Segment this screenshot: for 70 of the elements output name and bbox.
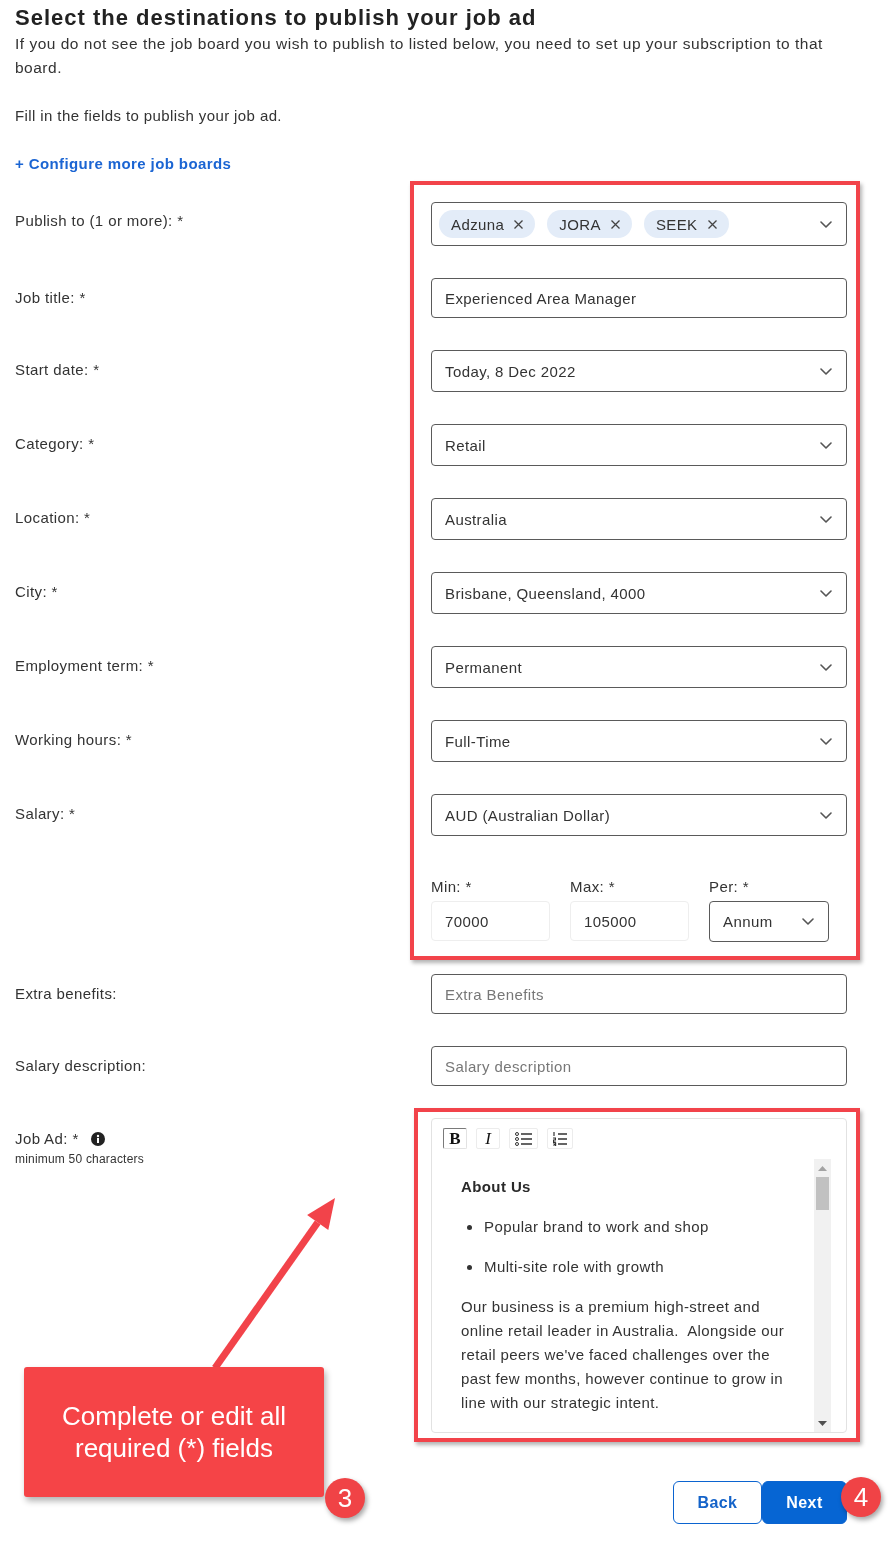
dropdown[interactable]: Australia [431, 498, 847, 540]
field-label: Job title: * [15, 288, 86, 308]
field-label: Salary description: [15, 1056, 146, 1076]
info-icon[interactable] [90, 1132, 105, 1146]
dropdown[interactable]: Today, 8 Dec 2022 [431, 350, 847, 392]
list-item: Popular brand to work and shop [484, 1217, 709, 1237]
scroll-down-icon[interactable] [818, 1421, 827, 1426]
field-label: Publish to (1 or more): * [15, 211, 184, 231]
page-title: Select the destinations to publish your job ad [15, 4, 538, 32]
field-label: Extra benefits: [15, 984, 117, 1004]
close-icon[interactable] [610, 219, 620, 229]
dropdown[interactable]: Permanent [431, 646, 847, 688]
bullet-list-button[interactable] [509, 1128, 538, 1149]
chevron-down-icon [820, 220, 832, 228]
step-badge: 3 [325, 1478, 365, 1518]
chevron-down-icon [820, 515, 832, 523]
tag-label: SEEK [655, 215, 698, 233]
bullet-icon [467, 1264, 472, 1270]
close-icon[interactable] [514, 219, 524, 229]
bullet-icon [467, 1224, 472, 1230]
text-input[interactable]: Salary description [431, 1046, 847, 1086]
editor-heading: About Us [461, 1177, 532, 1197]
text-input[interactable]: 70000 [431, 901, 550, 941]
field-label: Salary: * [15, 804, 76, 824]
field-label: Location: * [15, 508, 91, 528]
field-hint: minimum 50 characters [15, 1151, 144, 1167]
dropdown[interactable]: Brisbane, Queensland, 4000 [431, 572, 847, 614]
close-icon[interactable] [707, 219, 717, 229]
chevron-down-icon [820, 441, 832, 449]
list-item: Multi-site role with growth [484, 1257, 665, 1277]
chevron-down-icon [802, 918, 814, 925]
numbered-list-button[interactable] [547, 1128, 573, 1149]
tag-label: Adzuna [451, 215, 505, 233]
instruction-text: Fill in the fields to publish your job ad. [15, 106, 283, 126]
chevron-down-icon [820, 589, 832, 597]
field-label: Min: * [431, 877, 472, 897]
dropdown[interactable]: Full-Time [431, 720, 847, 762]
editor-paragraph: Our business is a premium high-street and online retail leader in Australia. Alongside our retail peers we've faced challenges over the past few months, however continue to grow in line with our strategic intent. [461, 1297, 786, 1413]
callout-note: Complete or edit all required (*) fields [24, 1367, 324, 1497]
dropdown[interactable]: Retail [431, 424, 847, 466]
tag-select[interactable]: Adzuna JORA SEEK [431, 202, 847, 246]
italic-button[interactable]: I [476, 1128, 500, 1149]
chevron-down-icon [820, 663, 832, 671]
field-label: Working hours: * [15, 730, 132, 750]
intro-text: If you do not see the job board you wish to publish to listed below, you need to set up your subscription to that board. [15, 34, 824, 78]
field-label: City: * [15, 582, 58, 602]
text-input[interactable]: Experienced Area Manager [431, 278, 847, 318]
text-input[interactable]: 105000 [570, 901, 689, 941]
chevron-down-icon [820, 737, 832, 745]
configure-job-boards-link[interactable]: + Configure more job boards [15, 155, 232, 172]
scrollbar-thumb[interactable] [816, 1177, 829, 1210]
tag-label: JORA [559, 215, 601, 233]
field-label: Start date: * [15, 360, 100, 380]
bold-button[interactable]: B [443, 1128, 467, 1149]
field-label: Job Ad: * [15, 1129, 79, 1149]
field-label: Max: * [570, 877, 615, 897]
field-label: Employment term: * [15, 656, 154, 676]
step-badge: 4 [841, 1477, 881, 1517]
scrollbar[interactable] [814, 1159, 831, 1432]
text-input[interactable]: Extra Benefits [431, 974, 847, 1014]
bullet-list-icon [515, 1131, 532, 1146]
numbered-list-icon [553, 1131, 567, 1146]
field-label: Per: * [709, 877, 749, 897]
back-button[interactable]: Back [673, 1481, 762, 1524]
field-label: Category: * [15, 434, 95, 454]
dropdown[interactable]: AUD (Australian Dollar) [431, 794, 847, 836]
chevron-down-icon [820, 367, 832, 375]
chevron-down-icon [820, 811, 832, 819]
next-button[interactable]: Next [762, 1481, 847, 1524]
dropdown[interactable]: Annum [709, 901, 829, 942]
